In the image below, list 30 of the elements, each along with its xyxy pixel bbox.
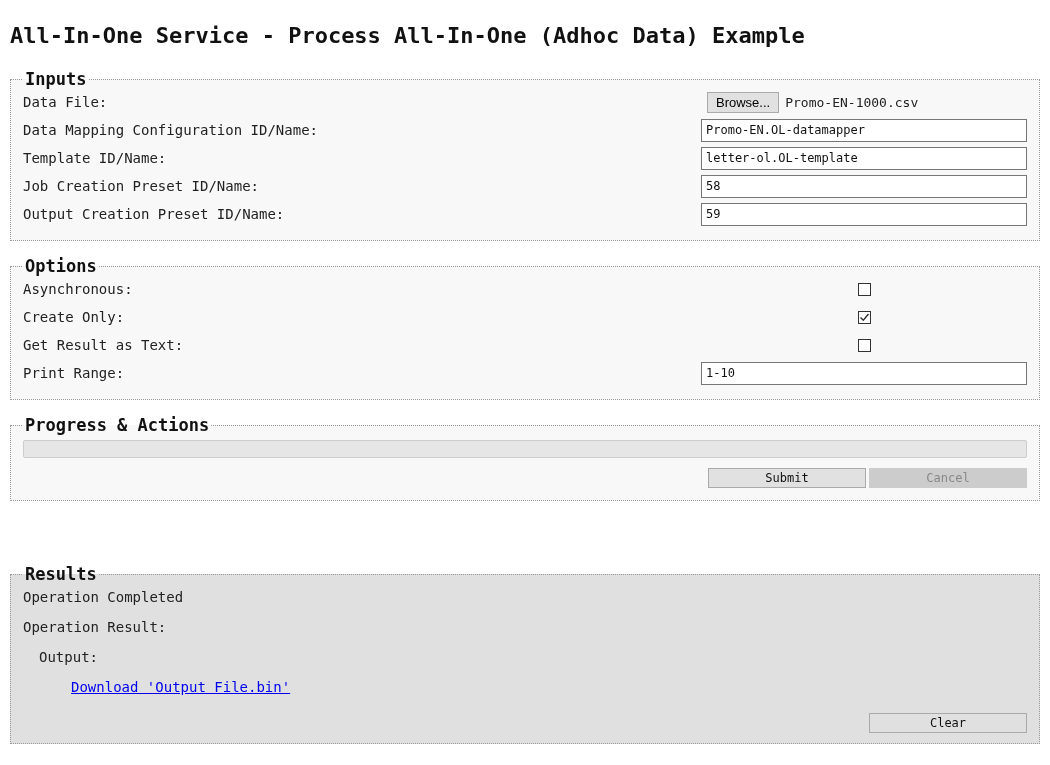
text-field[interactable]: 58 [701, 174, 1027, 198]
field-label: Data File: [23, 94, 109, 110]
file-name: Promo-EN-1000.csv [785, 94, 919, 110]
output-label: Output: [39, 649, 99, 665]
page-title: All-In-One Service - Process All-In-One (Adhoc Data) Example [10, 22, 806, 50]
checkbox[interactable] [857, 338, 871, 352]
action-button[interactable]: Submit [708, 468, 866, 488]
browse-button[interactable]: Browse... [707, 91, 780, 113]
clear-button[interactable]: Clear [869, 713, 1027, 733]
status-text: Operation Completed [23, 589, 185, 605]
section-legend: Inputs [23, 70, 89, 88]
text-field[interactable]: letter-ol.OL-template [701, 146, 1027, 170]
field-label: Get Result as Text: [23, 337, 185, 353]
field-label: Output Creation Preset ID/Name: [23, 206, 286, 222]
field-label: Job Creation Preset ID/Name: [23, 178, 260, 194]
field-label: Print Range: [23, 365, 126, 381]
field-label: Data Mapping Configuration ID/Name: [23, 122, 319, 138]
field-label: Template ID/Name: [23, 150, 168, 166]
field-label: Asynchronous: [23, 281, 134, 297]
checkbox[interactable] [857, 282, 871, 296]
text-field[interactable]: 1-10 [701, 361, 1027, 385]
download-link[interactable]: Download 'Output File.bin' [71, 679, 291, 695]
section-legend: Progress & Actions [23, 416, 212, 434]
section-legend: Options [23, 257, 99, 275]
text-field[interactable]: Promo-EN.OL-datamapper [701, 118, 1027, 142]
text-field[interactable]: 59 [701, 202, 1027, 226]
result-label: Operation Result: [23, 619, 168, 635]
section-legend: Results [23, 565, 99, 583]
field-label: Create Only: [23, 309, 126, 325]
checkbox[interactable] [857, 310, 871, 324]
